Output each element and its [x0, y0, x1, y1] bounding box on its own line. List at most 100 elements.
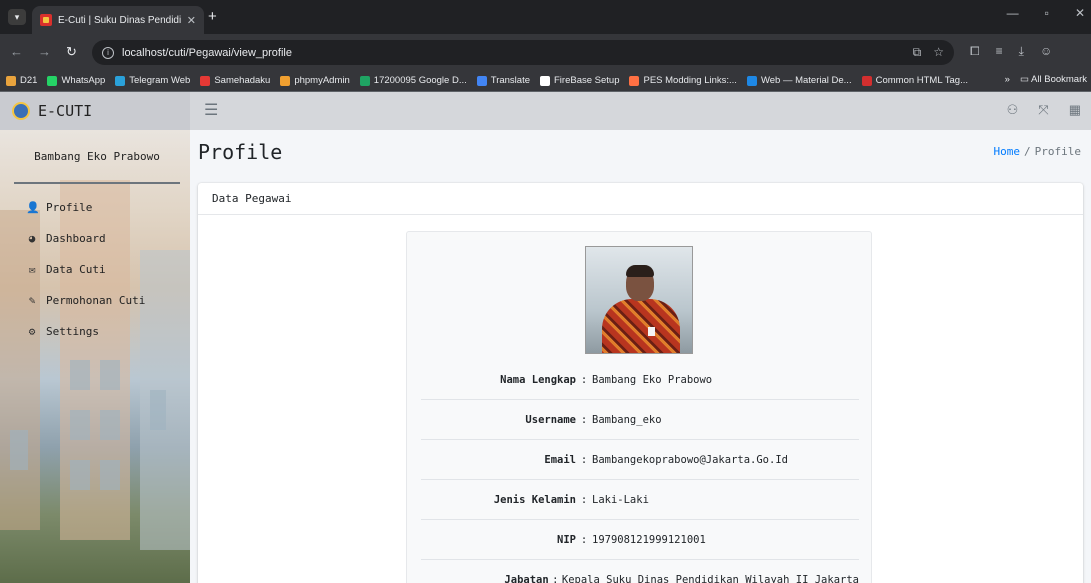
header-actions: ⚇ ⤧ ▦	[1007, 102, 1081, 118]
field-value: Bambang_eko	[592, 413, 662, 426]
bookmarks-bar: D21 WhatsApp Telegram Web Samehadaku php…	[0, 70, 1091, 92]
bookmark-item[interactable]: Samehadaku	[200, 75, 270, 86]
bookmark-item[interactable]: D21	[6, 75, 37, 86]
sidebar-item-label: Permohonan Cuti	[46, 293, 146, 307]
field-separator: :	[580, 533, 588, 546]
profile-fields: Nama Lengkap : Bambang Eko Prabowo Usern…	[421, 360, 859, 583]
browser-tab[interactable]: E-Cuti | Suku Dinas Pendidikan ✕	[32, 6, 204, 34]
restore-icon[interactable]: ▫	[1045, 6, 1049, 20]
browser-tab-bar: ▾ E-Cuti | Suku Dinas Pendidikan ✕ + — ▫…	[0, 0, 1091, 34]
browser-toolbar: ← → ↻ i localhost/cuti/Pegawai/view_prof…	[0, 34, 1091, 70]
close-window-icon[interactable]: ✕	[1075, 6, 1085, 20]
bookmark-favicon-icon	[861, 75, 872, 86]
profile-menu-icon[interactable]: ☺	[1040, 44, 1052, 59]
profile-row-nama: Nama Lengkap : Bambang Eko Prabowo	[421, 360, 859, 400]
app-root: E-CUTI ☰ ⚇ ⤧ ▦ Bambang Eko Prabowo 👤 Pro…	[0, 92, 1091, 583]
field-value: 197908121999121001	[592, 533, 706, 546]
fullscreen-icon[interactable]: ⤧	[1038, 102, 1048, 118]
window-controls: — ▫ ✕	[1007, 6, 1085, 20]
new-tab-button[interactable]: +	[208, 8, 217, 25]
bookmark-item[interactable]: 17200095 Google D...	[359, 75, 467, 86]
sidebar-item-data-cuti[interactable]: ✉ Data Cuti	[26, 260, 145, 278]
bookmarks-overflow: » ▭ All Bookmark	[996, 74, 1087, 85]
field-label: NIP	[557, 533, 576, 546]
bookmark-item[interactable]: Web — Material De...	[746, 75, 852, 86]
profile-box: Nama Lengkap : Bambang Eko Prabowo Usern…	[406, 231, 872, 583]
breadcrumb-home-link[interactable]: Home	[994, 145, 1021, 158]
brand-logo-icon	[12, 102, 30, 120]
field-label: Jenis Kelamin	[493, 493, 576, 506]
reading-list-icon[interactable]: ≡	[996, 44, 1003, 59]
field-separator: :	[580, 493, 588, 506]
sidebar: Bambang Eko Prabowo 👤 Profile ◕ Dashboar…	[0, 130, 190, 583]
grid-apps-icon[interactable]: ▦	[1069, 102, 1081, 118]
sidebar-item-settings[interactable]: ⚙ Settings	[26, 322, 145, 340]
bookmark-favicon-icon	[200, 75, 211, 86]
sidebar-item-dashboard[interactable]: ◕ Dashboard	[26, 229, 145, 247]
user-account-icon[interactable]: ⚇	[1007, 102, 1019, 118]
toolbar-right: ⧠ ≡ ⤓ ☺	[970, 44, 1052, 59]
field-separator: :	[580, 453, 588, 466]
tab-title: E-Cuti | Suku Dinas Pendidikan	[58, 14, 181, 26]
all-bookmarks-folder[interactable]: ▭ All Bookmark	[1020, 74, 1087, 85]
bookmark-favicon-icon	[476, 75, 487, 86]
sidebar-item-label: Settings	[46, 324, 99, 338]
brand-name: E-CUTI	[38, 102, 93, 120]
brand[interactable]: E-CUTI	[0, 92, 190, 130]
reload-icon[interactable]: ↻	[66, 44, 77, 60]
bookmark-item[interactable]: Telegram Web	[115, 75, 190, 86]
bookmark-item[interactable]: FireBase Setup	[540, 75, 619, 86]
card-title: Data Pegawai	[198, 183, 1083, 215]
profile-row-jenis-kelamin: Jenis Kelamin : Laki-Laki	[421, 480, 859, 520]
profile-row-jabatan: Jabatan : Kepala Suku Dinas Pendidikan W…	[421, 560, 859, 583]
bookmark-favicon-icon	[629, 75, 640, 86]
bookmark-item[interactable]: Common HTML Tag...	[861, 75, 968, 86]
bookmark-item[interactable]: phpmyAdmin	[280, 75, 350, 86]
bookmark-favicon-icon	[540, 75, 550, 86]
field-label: Username	[525, 413, 576, 426]
dashboard-icon: ◕	[28, 231, 36, 245]
sidebar-item-profile[interactable]: 👤 Profile	[26, 198, 145, 216]
bookmark-favicon-icon	[280, 75, 291, 86]
page-title: Profile	[198, 140, 283, 164]
profile-photo	[585, 246, 693, 354]
bookmark-item[interactable]: WhatsApp	[47, 75, 105, 86]
extensions-icon[interactable]: ⧠	[970, 44, 980, 59]
minimize-icon[interactable]: —	[1007, 6, 1019, 20]
tab-close-icon[interactable]: ✕	[187, 14, 196, 27]
edit-icon: ✎	[28, 293, 36, 307]
bookmark-favicon-icon	[746, 75, 757, 86]
field-value: Laki-Laki	[592, 493, 649, 506]
profile-card: Data Pegawai Nama Lengkap : Bambang Eko …	[198, 183, 1083, 583]
profile-row-username: Username : Bambang_eko	[421, 400, 859, 440]
field-label: Jabatan	[504, 573, 549, 583]
sidebar-user-name[interactable]: Bambang Eko Prabowo	[14, 130, 180, 184]
site-info-icon[interactable]: i	[102, 46, 114, 59]
field-label: Email	[544, 453, 576, 466]
url-text[interactable]: localhost/cuti/Pegawai/view_profile	[122, 47, 905, 59]
address-bar[interactable]: i localhost/cuti/Pegawai/view_profile ⧉ …	[92, 40, 954, 65]
forward-icon[interactable]: →	[38, 44, 51, 59]
more-bookmarks-icon[interactable]: »	[1005, 74, 1010, 85]
field-value: Kepala Suku Dinas Pendidikan Wilayah II …	[561, 573, 859, 583]
bookmark-item[interactable]: Translate	[476, 75, 530, 86]
main-content: Profile Home / Profile Data Pegawai Nama…	[190, 130, 1091, 583]
sidebar-item-label: Dashboard	[46, 231, 106, 245]
bookmark-favicon-icon	[47, 75, 58, 86]
hamburger-menu-icon[interactable]: ☰	[204, 100, 218, 120]
sidebar-item-label: Data Cuti	[46, 262, 106, 276]
download-icon[interactable]: ⤓	[1019, 44, 1024, 59]
folder-icon: ▭	[1019, 74, 1032, 85]
translate-icon[interactable]: ⧉	[913, 45, 922, 60]
field-separator: :	[580, 373, 588, 386]
back-icon[interactable]: ←	[10, 44, 23, 59]
bookmark-favicon-icon	[359, 75, 370, 86]
app-header: E-CUTI ☰ ⚇ ⤧ ▦	[0, 92, 1091, 130]
bookmark-item[interactable]: PES Modding Links:...	[629, 75, 737, 86]
sidebar-item-permohonan-cuti[interactable]: ✎ Permohonan Cuti	[26, 291, 146, 309]
tab-search-button[interactable]: ▾	[8, 9, 26, 25]
profile-row-email: Email : Bambangekoprabowo@Jakarta.Go.Id	[421, 440, 859, 480]
bookmark-star-icon[interactable]: ☆	[933, 45, 944, 60]
field-label: Nama Lengkap	[500, 373, 576, 386]
site-favicon-icon	[40, 14, 52, 26]
